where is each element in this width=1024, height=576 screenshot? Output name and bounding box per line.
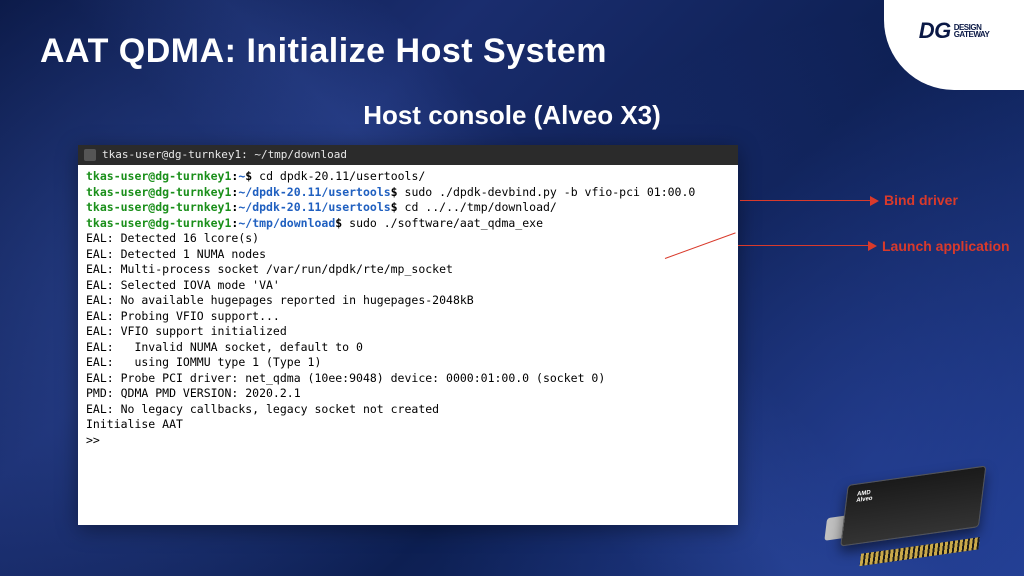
arrow-head-icon xyxy=(870,196,879,206)
terminal-icon xyxy=(84,149,96,161)
prompt-line: tkas-user@dg-turnkey1:~/tmp/download$ su… xyxy=(86,216,730,232)
output-line: EAL: Detected 16 lcore(s) xyxy=(86,231,730,247)
annotation-launch-app: Launch application xyxy=(665,258,1010,259)
output-line: EAL: Invalid NUMA socket, default to 0 xyxy=(86,340,730,356)
slide: DG DESIGN GATEWAY AAT QDMA: Initialize H… xyxy=(0,0,1024,576)
output-line: EAL: Probe PCI driver: net_qdma (10ee:90… xyxy=(86,371,730,387)
output-line: PMD: QDMA PMD VERSION: 2020.2.1 xyxy=(86,386,730,402)
logo: DG DESIGN GATEWAY xyxy=(919,18,990,44)
terminal-body: tkas-user@dg-turnkey1:~$ cd dpdk-20.11/u… xyxy=(78,165,738,452)
terminal-titlebar: tkas-user@dg-turnkey1: ~/tmp/download xyxy=(78,145,738,165)
output-line: EAL: using IOMMU type 1 (Type 1) xyxy=(86,355,730,371)
terminal-title: tkas-user@dg-turnkey1: ~/tmp/download xyxy=(102,148,347,163)
output-line: EAL: Probing VFIO support... xyxy=(86,309,730,325)
output-line: EAL: No legacy callbacks, legacy socket … xyxy=(86,402,730,418)
output-line: EAL: No available hugepages reported in … xyxy=(86,293,730,309)
annotation-label: Launch application xyxy=(882,238,1010,254)
output-line: Initialise AAT xyxy=(86,417,730,433)
terminal-window: tkas-user@dg-turnkey1: ~/tmp/download tk… xyxy=(78,145,738,525)
prompt-line: tkas-user@dg-turnkey1:~/dpdk-20.11/usert… xyxy=(86,185,730,201)
annotation-label: Bind driver xyxy=(884,192,958,208)
arrow-head-icon xyxy=(868,241,877,251)
arrow-line xyxy=(738,245,868,246)
annotation-bind-driver: Bind driver xyxy=(740,192,958,208)
card-body xyxy=(840,465,986,546)
output-line: EAL: VFIO support initialized xyxy=(86,324,730,340)
logo-text: DESIGN GATEWAY xyxy=(954,24,990,38)
page-title: AAT QDMA: Initialize Host System xyxy=(40,32,607,71)
output-line: EAL: Selected IOVA mode 'VA' xyxy=(86,278,730,294)
page-subtitle: Host console (Alveo X3) xyxy=(0,100,1024,131)
card-label: AMD Alveo xyxy=(856,489,874,504)
output-line: EAL: Detected 1 NUMA nodes xyxy=(86,247,730,263)
arrow-line xyxy=(740,200,870,201)
output-line: EAL: Multi-process socket /var/run/dpdk/… xyxy=(86,262,730,278)
logo-mark: DG xyxy=(919,18,951,44)
prompt-line: tkas-user@dg-turnkey1:~/dpdk-20.11/usert… xyxy=(86,200,730,216)
output-line: >> xyxy=(86,433,730,449)
prompt-line: tkas-user@dg-turnkey1:~$ cd dpdk-20.11/u… xyxy=(86,169,730,185)
